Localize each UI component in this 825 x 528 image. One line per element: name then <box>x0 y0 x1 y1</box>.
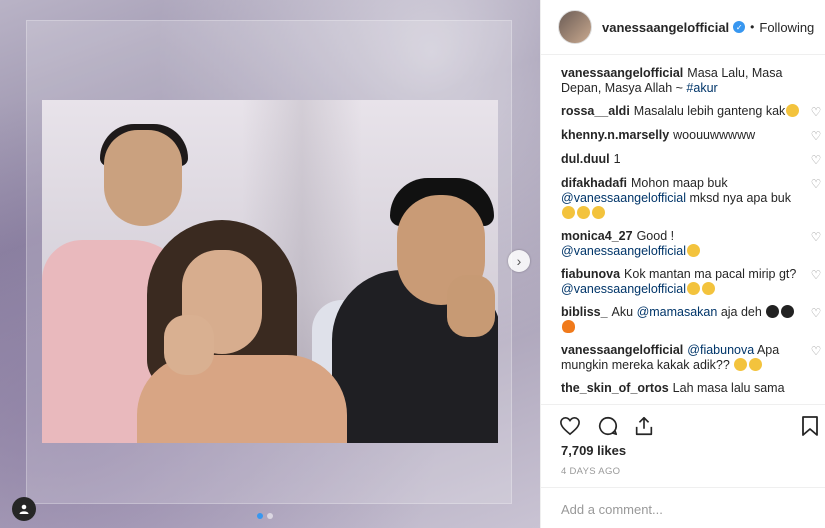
comment-text: fiabunova Kok mantan ma pacal mirip gt? @… <box>561 267 809 297</box>
post-date[interactable]: 4 DAYS AGO <box>561 466 620 477</box>
comment-item: monica4_27 Good ! @vanessaangelofficial ♡ <box>561 229 823 259</box>
comment-username[interactable]: bibliss_ <box>561 305 608 319</box>
comment-text: vanessaangelofficial @fiabunova Apa mungk… <box>561 343 809 373</box>
comment-heart-icon[interactable]: ♡ <box>809 306 823 321</box>
comment-heart-icon[interactable]: ♡ <box>809 230 823 245</box>
comment-body: Aku <box>611 305 637 319</box>
user-tag-icon[interactable] <box>12 497 36 521</box>
comment-body: Kok mantan ma pacal mirip gt? <box>624 267 797 281</box>
post-photo <box>42 100 498 443</box>
person-right-hand <box>447 275 495 337</box>
comment-username[interactable]: khenny.n.marselly <box>561 128 669 142</box>
comment-mention[interactable]: @vanessaangelofficial <box>561 244 686 258</box>
comment-text: rossa__aldi Masalalu lebih ganteng kak <box>561 104 809 119</box>
laugh-emoji-icon <box>786 104 800 117</box>
laugh-emoji-icon <box>577 206 590 219</box>
comment-text: khenny.n.marselly woouuwwwww <box>561 128 809 143</box>
comment-body-continued: aja deh <box>717 305 766 319</box>
laugh-emoji-icon <box>687 282 701 295</box>
avatar[interactable] <box>558 10 592 44</box>
scream-emoji-icon <box>749 358 763 371</box>
scream-emoji-icon <box>734 358 748 371</box>
comment-box <box>541 487 825 528</box>
comment-text: vanessaangelofficial Masa Lalu, Masa Depa… <box>561 66 823 96</box>
comment-item: the_skin_of_ortos Lah masa lalu sama <box>561 381 823 396</box>
comment-text: monica4_27 Good ! @vanessaangelofficial <box>561 229 809 259</box>
comment-username[interactable]: vanessaangelofficial <box>561 343 683 357</box>
comment-username[interactable]: rossa__aldi <box>561 104 630 118</box>
comment-username[interactable]: the_skin_of_ortos <box>561 381 669 395</box>
heart-icon[interactable] <box>559 415 581 437</box>
comment-username[interactable]: difakhadafi <box>561 176 627 190</box>
comment-body: 1 <box>613 152 621 166</box>
post-header: vanessaangelofficial ✓ • Following <box>541 0 825 55</box>
chevron-right-icon[interactable]: › <box>508 250 530 272</box>
comment-body: woouuwwwww <box>673 128 756 142</box>
comment-heart-icon[interactable]: ♡ <box>809 177 823 192</box>
comment-text: dul.duul 1 <box>561 152 809 167</box>
smile-emoji-icon <box>687 244 701 257</box>
header-separator: • <box>750 20 755 34</box>
comment-mention[interactable]: @mamasakan <box>637 305 718 319</box>
comment-text: the_skin_of_ortos Lah masa lalu sama <box>561 381 823 396</box>
laugh-emoji-icon <box>702 282 716 295</box>
person-center-body <box>137 355 347 443</box>
person-left-face <box>104 130 182 226</box>
following-button[interactable]: Following <box>759 20 814 35</box>
comment-body: Masalalu lebih ganteng kak <box>633 104 786 118</box>
comment-icon[interactable] <box>597 415 619 437</box>
action-bar <box>541 404 825 444</box>
comment-mention[interactable]: @vanessaangelofficial <box>561 282 686 296</box>
comment-text: difakhadafi Mohon maap buk @vanessaangelo… <box>561 176 809 221</box>
laugh-emoji-icon <box>562 206 575 219</box>
comment-body: Mohon maap buk <box>631 176 728 190</box>
comment-heart-icon[interactable]: ♡ <box>809 129 823 144</box>
comment-mention[interactable]: #akur <box>686 81 717 95</box>
carousel-dot <box>257 513 263 519</box>
comment-username[interactable]: vanessaangelofficial <box>561 66 683 80</box>
carousel-dots <box>257 513 273 519</box>
carousel-dot <box>267 513 273 519</box>
comment-username[interactable]: monica4_27 <box>561 229 633 243</box>
fire-emoji-icon <box>562 320 575 333</box>
comment-username[interactable]: fiabunova <box>561 267 620 281</box>
post-sidebar: vanessaangelofficial ✓ • Following vanes… <box>540 0 825 528</box>
comment-text: bibliss_ Aku @mamasakan aja deh <box>561 305 809 335</box>
laugh-emoji-icon <box>592 206 605 219</box>
header-username[interactable]: vanessaangelofficial <box>602 20 729 35</box>
comment-item: vanessaangelofficial @fiabunova Apa mungk… <box>561 343 823 373</box>
comment-mention[interactable]: @fiabunova <box>687 343 754 357</box>
comment-item: difakhadafi Mohon maap buk @vanessaangelo… <box>561 176 823 221</box>
eyes-emoji-icon <box>781 305 795 318</box>
comment-heart-icon[interactable]: ♡ <box>809 105 823 120</box>
comment-body: Good ! <box>636 229 675 243</box>
verified-badge-icon: ✓ <box>733 21 746 33</box>
post-media: › <box>0 0 540 528</box>
comment-item: dul.duul 1 ♡ <box>561 152 823 168</box>
comment-body: Lah masa lalu sama <box>672 381 785 395</box>
comment-list: vanessaangelofficial Masa Lalu, Masa Depa… <box>561 66 823 402</box>
comment-item: khenny.n.marselly woouuwwwww ♡ <box>561 128 823 144</box>
comment-item: bibliss_ Aku @mamasakan aja deh ♡ <box>561 305 823 335</box>
comment-heart-icon[interactable]: ♡ <box>809 153 823 168</box>
comment-item: fiabunova Kok mantan ma pacal mirip gt? @… <box>561 267 823 297</box>
eyes-emoji-icon <box>766 305 780 318</box>
like-count[interactable]: 7,709 likes <box>561 443 626 458</box>
comment-heart-icon[interactable]: ♡ <box>809 268 823 283</box>
comment-heart-icon[interactable]: ♡ <box>809 344 823 359</box>
comment-item: rossa__aldi Masalalu lebih ganteng kak ♡ <box>561 104 823 120</box>
comment-input[interactable] <box>561 502 806 517</box>
comment-body-continued: mksd nya apa buk <box>686 191 791 205</box>
share-icon[interactable] <box>633 415 655 437</box>
comment-username[interactable]: dul.duul <box>561 152 610 166</box>
person-center-hand <box>164 315 214 375</box>
bookmark-icon[interactable] <box>799 415 821 437</box>
comment-mention[interactable]: @vanessaangelofficial <box>561 191 686 205</box>
comment-item: vanessaangelofficial Masa Lalu, Masa Depa… <box>561 66 823 96</box>
